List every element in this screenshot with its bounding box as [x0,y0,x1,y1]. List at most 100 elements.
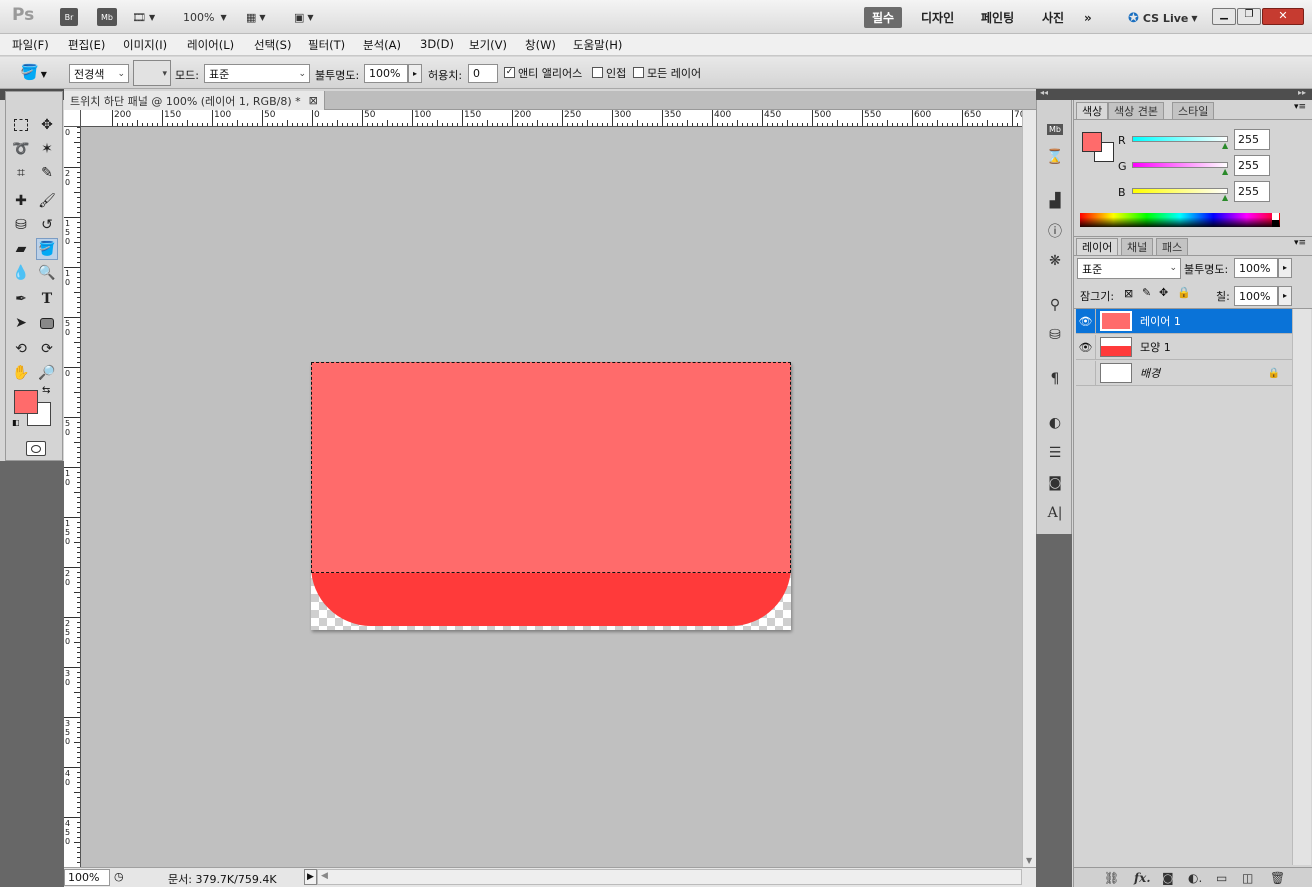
status-info-icon[interactable]: ◷ [114,870,124,883]
color-panel-foreground-swatch[interactable] [1082,132,1102,152]
workspace-photography[interactable]: 사진 [1034,7,1072,28]
fill-input[interactable]: 100% [1234,286,1278,306]
pattern-picker[interactable]: ▾ [133,60,171,86]
status-zoom-input[interactable]: 100% [64,869,110,886]
fx-icon[interactable]: fx. [1134,871,1151,885]
link-icon[interactable]: ⛓ [1104,871,1119,885]
contiguous-checkbox[interactable] [592,67,603,78]
swap-colors-icon[interactable]: ⇆ [42,385,50,396]
green-value-input[interactable]: 255 [1234,155,1270,176]
pen-tool[interactable]: ✒ [10,288,32,310]
all-layers-checkbox[interactable] [633,67,644,78]
lock-all-icon[interactable]: 🔒 [1177,286,1191,299]
lock-transparency-icon[interactable]: ⊠ [1124,287,1133,300]
3d-orbit-tool[interactable]: ⟳ [36,338,58,360]
view-extras-button[interactable]: 🎞 ▼ [132,8,155,26]
antialias-checkbox[interactable]: ✓ [504,67,515,78]
menu-layer[interactable]: 레이어(L) [187,37,234,53]
menu-analysis[interactable]: 분석(A) [363,37,401,53]
zoom-tool[interactable]: 🔎 [36,362,58,384]
mode-select[interactable]: 표준 ⌄ [204,64,310,83]
layers-panel-menu-icon[interactable]: ▾≡ [1294,238,1306,248]
ruler-origin[interactable] [64,110,81,127]
paint-bucket-tool[interactable]: 🪣 [36,238,58,260]
clone-stamp-tool[interactable]: ⛁ [10,214,32,236]
menu-window[interactable]: 창(W) [525,37,556,53]
panel-menu-icon[interactable]: ▾≡ [1294,102,1306,112]
red-slider[interactable] [1132,136,1228,142]
eraser-tool[interactable]: ▰ [10,238,32,260]
tab-swatches[interactable]: 색상 견본 [1108,102,1164,119]
tab-paths[interactable]: 패스 [1156,238,1189,255]
fill-slider-button[interactable]: ▸ [1278,286,1292,306]
red-value-input[interactable]: 255 [1234,129,1270,150]
green-slider-handle[interactable]: ▲ [1222,167,1228,176]
workspace-painting[interactable]: 페인팅 [973,7,1022,28]
navigator-panel-button[interactable]: ❋ [1044,250,1066,272]
tool-presets-panel-button[interactable]: ⛁ [1044,324,1066,346]
adjustment-icon[interactable]: ◐. [1188,871,1202,885]
layer-opacity-input[interactable]: 100% [1234,258,1278,278]
magic-wand-tool[interactable]: ✶ [36,138,58,160]
character-panel-button[interactable]: A| [1044,502,1066,524]
arrange-documents-button[interactable]: ▦ ▼ [246,8,266,26]
move-tool[interactable]: ✥ [36,114,58,136]
more-workspaces-button[interactable]: » [1076,7,1100,28]
scroll-left-icon[interactable]: ◀ [321,871,328,881]
maximize-button[interactable]: ❐ [1237,8,1261,25]
zoom-level-dropdown[interactable]: 100% ▼ [183,8,227,26]
ramp-black-swatch[interactable] [1272,220,1279,227]
horizontal-scrollbar[interactable]: ◀ [317,869,1022,885]
menu-edit[interactable]: 편집(E) [68,37,105,53]
paint-bucket-tool-preset[interactable]: 🪣 ▼ [20,63,47,81]
new-layer-icon[interactable]: ◫ [1242,871,1253,885]
workspace-design[interactable]: 디자인 [913,7,962,28]
fill-source-select[interactable]: 전경색 ⌄ [69,64,129,83]
blue-slider[interactable] [1132,188,1228,194]
menu-file[interactable]: 파일(F) [12,37,49,53]
blend-mode-select[interactable]: 표준 ⌄ [1077,258,1181,279]
history-panel-button[interactable]: ⌛ [1044,146,1066,168]
tab-styles[interactable]: 스타일 [1172,102,1215,119]
menu-view[interactable]: 보기(V) [469,37,507,53]
blur-tool[interactable]: 💧 [10,262,32,284]
menu-select[interactable]: 선택(S) [254,37,291,53]
history-brush-tool[interactable]: ↺ [36,214,58,236]
scroll-down-icon[interactable]: ▼ [1026,856,1032,865]
masks-panel-button[interactable]: ☰ [1044,442,1066,464]
marquee-tool[interactable] [10,114,32,136]
lasso-tool[interactable]: ➰ [10,138,32,160]
color-ramp[interactable] [1080,213,1280,227]
crop-tool[interactable]: ⌗ [10,162,32,184]
3d-rotate-tool[interactable]: ⟲ [10,338,32,360]
group-icon[interactable]: ▭ [1216,871,1227,885]
tab-channels[interactable]: 채널 [1121,238,1154,255]
brush-tool[interactable]: 🖌 [36,190,58,212]
hand-tool[interactable]: ✋ [10,362,32,384]
mini-bridge-button[interactable]: Mb [97,8,117,26]
green-slider[interactable] [1132,162,1228,168]
blue-value-input[interactable]: 255 [1234,181,1270,202]
paragraph-panel-button[interactable]: ¶ [1044,368,1066,390]
layer-opacity-slider-button[interactable]: ▸ [1278,258,1292,278]
path-selection-tool[interactable]: ➤ [10,312,32,334]
minimize-button[interactable]: ▁ [1212,8,1236,25]
mini-bridge-panel-button[interactable]: Mb [1044,118,1066,140]
ramp-white-swatch[interactable] [1272,213,1279,220]
lock-position-icon[interactable]: ✥ [1159,286,1168,299]
layer-row-shape-1[interactable]: 👁 모양 1 [1076,334,1292,360]
dodge-tool[interactable]: 🔍 [36,262,58,284]
mask-panel-button[interactable]: ◙ [1044,472,1066,494]
menu-3d[interactable]: 3D(D) [420,37,454,51]
menu-image[interactable]: 이미지(I) [123,37,167,53]
histogram-panel-button[interactable]: ▟ [1044,190,1066,212]
red-slider-handle[interactable]: ▲ [1222,141,1228,150]
status-menu-button[interactable]: ▶ [304,869,317,885]
foreground-color-swatch[interactable] [14,390,38,414]
cs-live-button[interactable]: ✪ CS Live ▼ [1128,9,1198,27]
mask-icon[interactable]: ◙ [1162,871,1174,885]
layer-row-background[interactable]: 배경 🔒 [1076,360,1292,386]
panel-dock-header[interactable]: ◂◂ ▸▸ [1036,88,1312,100]
type-tool[interactable]: T [36,288,58,310]
opacity-slider-button[interactable]: ▸ [408,64,422,83]
